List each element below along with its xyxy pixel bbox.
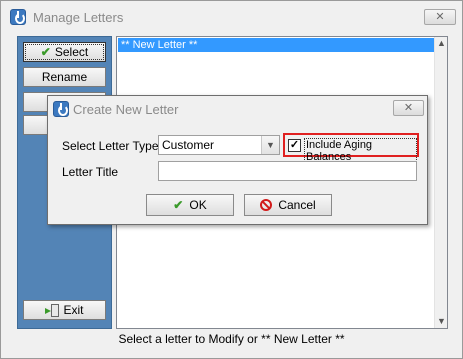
ok-button-label: OK	[189, 198, 207, 212]
letter-title-label: Letter Title	[62, 165, 119, 179]
rename-button-label: Rename	[41, 70, 88, 84]
checkmark-icon: ✔	[173, 198, 184, 212]
letter-type-label: Select Letter Type	[62, 139, 159, 153]
exit-door-icon	[45, 304, 60, 317]
list-item[interactable]: ** New Letter **	[118, 38, 435, 52]
cancel-button[interactable]: Cancel	[244, 194, 332, 216]
dialog-title: Create New Letter	[73, 102, 179, 117]
scroll-up-icon[interactable]: ▲	[435, 37, 448, 50]
scroll-down-icon[interactable]: ▼	[435, 315, 448, 328]
letter-title-input[interactable]	[158, 161, 417, 181]
checkmark-icon: ✔	[40, 45, 51, 59]
dialog-titlebar[interactable]: Create New Letter ✕	[48, 96, 427, 122]
exit-button-label: Exit	[63, 303, 84, 317]
select-button[interactable]: ✔ Select	[23, 42, 106, 62]
manage-letters-window: Manage Letters ✕ ✔Select Rename ✕ Exit *…	[0, 0, 463, 359]
create-new-letter-dialog: Create New Letter ✕ Select Letter Type C…	[47, 95, 428, 225]
cancel-button-label: Cancel	[278, 198, 316, 212]
ok-button[interactable]: ✔ OK	[146, 194, 234, 216]
include-aging-highlight: ✓ Include Aging Balances	[283, 133, 419, 164]
dialog-close-button[interactable]: ✕	[393, 100, 424, 116]
window-titlebar[interactable]: Manage Letters ✕	[1, 1, 462, 31]
letter-type-select[interactable]: Customer ▼	[158, 135, 280, 155]
include-aging-checkbox[interactable]: ✓	[288, 139, 301, 152]
exit-button[interactable]: Exit	[23, 300, 106, 320]
chevron-down-icon[interactable]: ▼	[261, 136, 279, 154]
select-button-label: Select	[54, 45, 89, 59]
window-close-button[interactable]: ✕	[424, 9, 456, 25]
letter-type-value: Customer	[162, 138, 215, 152]
no-entry-icon	[260, 199, 273, 211]
list-scrollbar[interactable]: ▲ ▼	[434, 37, 447, 328]
rename-button[interactable]: Rename	[23, 67, 106, 87]
power-icon	[53, 101, 69, 117]
status-text: Select a letter to Modify or ** New Lett…	[118, 332, 345, 346]
window-title: Manage Letters	[33, 10, 124, 25]
power-icon	[10, 9, 26, 25]
